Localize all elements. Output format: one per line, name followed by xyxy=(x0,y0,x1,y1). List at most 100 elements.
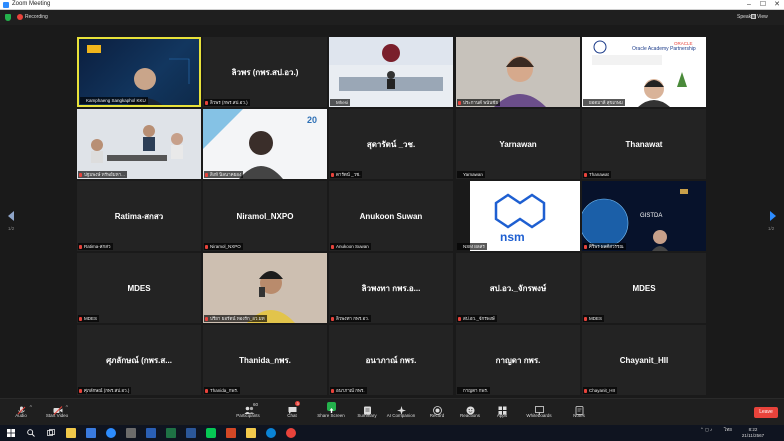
muted-mic-icon xyxy=(79,244,82,249)
participant-tile[interactable]: Niramol_NXPO Niramol_NXPO xyxy=(203,181,327,251)
files-icon[interactable] xyxy=(246,428,256,438)
participant-display-name: สป.อว._จักรพงษ์ xyxy=(489,283,547,293)
summary-button[interactable]: Summary xyxy=(350,402,384,424)
system-tray-icons[interactable]: ⌃ ◻ ♪ xyxy=(700,427,712,433)
participant-tile[interactable]: ปรียา ยอรัตน์ ทองรัก_อว.มท xyxy=(203,253,327,323)
word-icon[interactable] xyxy=(186,428,196,438)
participant-tile[interactable]: nsm NSM ผลสร xyxy=(456,181,580,251)
share-screen-button[interactable]: Share Screen xyxy=(314,402,348,424)
participant-name-label: สิงห์ นิลนาคยอง xyxy=(204,171,244,178)
video-off-icon xyxy=(53,402,62,415)
participant-tile[interactable]: ลิวพร (กพร.สป.อว.) ลิวพร (กพร.สป.อว.) xyxy=(203,37,327,107)
whiteboard-icon xyxy=(534,402,544,415)
participant-tile[interactable]: ลิวพงทา กพร.อ... ลิวพงทา กพร.อว. xyxy=(329,253,453,323)
search-icon[interactable] xyxy=(26,428,36,438)
minimize-button[interactable]: – xyxy=(742,0,756,10)
participants-button[interactable]: 60 Participants xyxy=(231,402,265,424)
audio-button[interactable]: ^ Audio xyxy=(4,402,38,424)
outlook-icon[interactable] xyxy=(146,428,156,438)
participant-tile[interactable]: Chayanit_HII Chayanit_HII xyxy=(582,325,706,395)
previous-page-arrow-icon[interactable] xyxy=(8,211,14,221)
participant-tile[interactable]: Thanida_กพร. Thanida_กพร. xyxy=(203,325,327,395)
audio-options-chevron-icon[interactable]: ^ xyxy=(30,405,32,411)
reactions-button[interactable]: Reactions xyxy=(453,402,487,424)
whiteboards-button[interactable]: Whiteboards xyxy=(522,402,556,424)
participant-name-label: Yarnawan xyxy=(457,171,485,178)
notes-icon xyxy=(575,402,584,415)
participant-name-label: ศิริพร ผลดีสวรรณ xyxy=(583,243,626,250)
participants-count: 60 xyxy=(253,402,259,407)
muted-mic-icon xyxy=(205,388,208,393)
participant-tile[interactable]: ศุภลักษณ์ (กพร.ส... ศุภลักษณ์ (กพร.สป.อว.… xyxy=(77,325,201,395)
participant-name-label: ปรียา ยอรัตน์ ทองรัก_อว.มท xyxy=(204,315,267,322)
recording-label[interactable]: Recording xyxy=(25,14,48,20)
muted-mic-icon xyxy=(584,244,587,249)
excel-icon[interactable] xyxy=(166,428,176,438)
security-shield-icon[interactable] xyxy=(5,14,11,21)
participant-name-label: อนาภาณ์ กพร. xyxy=(330,387,367,394)
participant-name-label: ยอดมาลี สุขเกษม xyxy=(583,99,625,106)
participant-tile[interactable]: ประกานต์ พนันชัย xyxy=(456,37,580,107)
taskbar-clock[interactable]: 8:22 21/11/2567 xyxy=(738,427,768,439)
participant-name-label: Mhesi xyxy=(330,99,351,106)
summary-icon xyxy=(363,402,372,415)
edge-icon[interactable] xyxy=(266,428,276,438)
participant-name-label: ปฐมพงษ์ ทรัพย์มหา... xyxy=(78,171,127,178)
participant-tile[interactable]: MDES MDES xyxy=(77,253,201,323)
windows-start-icon[interactable] xyxy=(6,428,16,438)
record-button[interactable]: Record xyxy=(420,402,454,424)
smiley-icon xyxy=(466,402,475,415)
svg-text:Oracle Academy Partnership: Oracle Academy Partnership xyxy=(632,46,696,52)
participant-video xyxy=(329,37,453,107)
muted-mic-icon xyxy=(331,244,334,249)
leave-button[interactable]: Leave xyxy=(754,407,778,418)
participant-display-name: MDES xyxy=(127,283,151,293)
start-video-button[interactable]: ^ Start Video xyxy=(40,402,74,424)
participant-tile[interactable]: GISTDA ศิริพร ผลดีสวรรณ xyxy=(582,181,706,251)
participant-tile[interactable]: Thanawat Thanawat xyxy=(582,109,706,179)
participant-tile[interactable]: MDES MDES xyxy=(582,253,706,323)
participant-video: Oracle Academy Partnership ORACLE xyxy=(582,37,706,107)
file-explorer-icon[interactable] xyxy=(66,428,76,438)
zoom-taskbar-icon[interactable] xyxy=(106,428,116,438)
participant-tile[interactable]: Mhesi xyxy=(329,37,453,107)
next-page-arrow-icon[interactable] xyxy=(770,211,776,221)
line-icon[interactable] xyxy=(206,428,216,438)
taskbar-app-icon[interactable] xyxy=(86,428,96,438)
chat-button[interactable]: 3 Chat xyxy=(275,401,309,424)
clock-date: 21/11/2567 xyxy=(741,433,765,438)
participant-name-label: ดารัตน์ _วช. xyxy=(330,171,363,178)
recording-icon xyxy=(17,14,23,20)
muted-mic-icon xyxy=(79,388,82,393)
powerpoint-icon[interactable] xyxy=(226,428,236,438)
taskbar-window-icon[interactable] xyxy=(126,428,136,438)
participant-tile[interactable]: ปฐมพงษ์ ทรัพย์มหา... xyxy=(77,109,201,179)
participant-name-label: ศุภลักษณ์ (กพร.สป.อว.) xyxy=(78,387,132,394)
zoom-app-icon xyxy=(3,2,9,8)
notes-button[interactable]: Notes xyxy=(562,402,596,424)
participant-tile[interactable]: สป.อว._จักรพงษ์ สป.อว._จักรพงษ์ xyxy=(456,253,580,323)
task-view-icon[interactable] xyxy=(46,428,56,438)
close-button[interactable]: ✕ xyxy=(770,0,784,10)
record-icon xyxy=(432,402,442,415)
input-language[interactable]: ไทย xyxy=(724,427,732,433)
chrome-icon[interactable] xyxy=(286,428,296,438)
muted-mic-icon xyxy=(205,100,208,105)
participant-tile[interactable]: กาญดา กพร. กาญดา กพร. xyxy=(456,325,580,395)
video-options-chevron-icon[interactable]: ^ xyxy=(66,405,68,411)
participant-tile[interactable]: Kamphaeng Sangkaphol KKU xyxy=(77,37,201,107)
apps-button[interactable]: Apps xyxy=(485,402,519,424)
ai-companion-button[interactable]: AI Companion xyxy=(384,402,418,424)
participant-tile[interactable]: สุดารัตน์ _วช. ดารัตน์ _วช. xyxy=(329,109,453,179)
participant-tile[interactable]: อนาภาณ์ กพร. อนาภาณ์ กพร. xyxy=(329,325,453,395)
participant-video xyxy=(203,253,327,323)
participant-tile[interactable]: Yarnawan Yarnawan xyxy=(456,109,580,179)
participant-tile[interactable]: 20 สิงห์ นิลนาคยอง xyxy=(203,109,327,179)
muted-mic-icon xyxy=(79,316,82,321)
participant-tile[interactable]: Anukoon Suwan Anukoon Suwan xyxy=(329,181,453,251)
participant-name-label: สป.อว._จักรพงษ์ xyxy=(457,315,497,322)
view-button[interactable]: View xyxy=(757,14,768,20)
participant-tile[interactable]: Ratima-สกสว Ratima-สกสว xyxy=(77,181,201,251)
maximize-button[interactable]: ☐ xyxy=(756,0,770,10)
participant-tile[interactable]: Oracle Academy Partnership ORACLE ยอดมาลี … xyxy=(582,37,706,107)
